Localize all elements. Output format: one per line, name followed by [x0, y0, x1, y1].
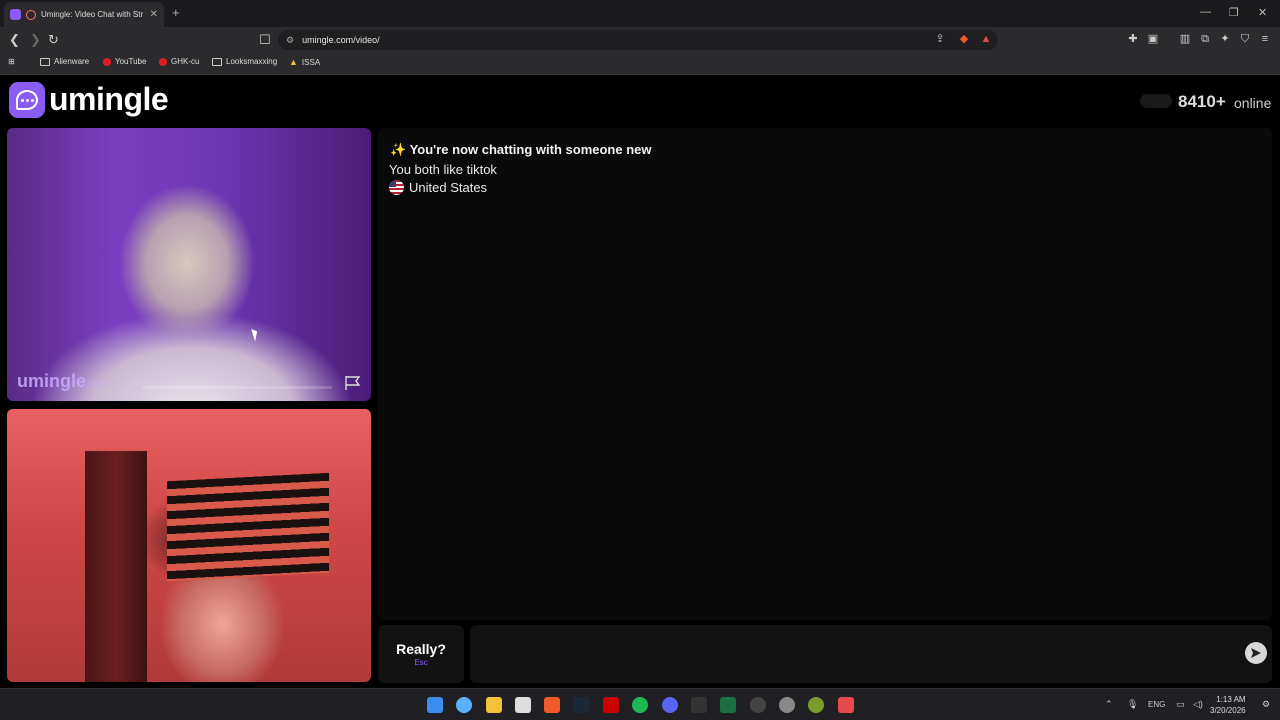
vpn-icon[interactable]: ⛉ — [1238, 32, 1252, 46]
share-icon[interactable]: ⇪ — [933, 32, 947, 46]
bookmark-label: Alienware — [54, 57, 90, 66]
app-icon[interactable] — [838, 697, 854, 713]
system-message-interest: You both like tiktok — [389, 162, 497, 177]
close-window-icon[interactable]: ✕ — [1258, 6, 1267, 19]
send-icon — [1251, 648, 1261, 658]
wallet-icon[interactable]: ▣ — [1146, 32, 1160, 46]
folder-icon — [40, 57, 50, 66]
maximize-icon[interactable]: ❐ — [1229, 6, 1239, 19]
reload-icon[interactable]: ↻ — [48, 32, 59, 48]
umingle-favicon-icon — [10, 9, 21, 20]
epic-games-icon[interactable] — [691, 697, 707, 713]
self-video — [7, 409, 371, 682]
bookmark-label: YouTube — [115, 57, 147, 66]
umingle-logo-icon[interactable] — [9, 82, 45, 118]
bookmark-alienware[interactable]: Alienware — [40, 57, 89, 66]
minimize-icon[interactable]: — — [1200, 6, 1211, 18]
new-tab-button[interactable]: + — [172, 5, 180, 20]
umingle-page: umingle 8410+ online umingle.com ✨ You'r… — [0, 76, 1280, 684]
tab-title: Umingle: Video Chat with Str — [41, 10, 144, 19]
store-icon[interactable] — [515, 697, 531, 713]
issa-icon: ▲ — [289, 57, 298, 67]
sidebar-icon[interactable]: ▥ — [1178, 32, 1192, 46]
bookmark-label: ISSA — [301, 57, 321, 67]
brave-rewards-icon[interactable]: ▲ — [979, 32, 993, 46]
system-message-new-match: ✨ You're now chatting with someone new — [390, 142, 652, 157]
recording-indicator-icon — [26, 9, 36, 20]
background-curtain — [85, 451, 147, 682]
site-info-icon[interactable]: ⚙ — [286, 35, 294, 46]
app-icon[interactable] — [750, 697, 766, 713]
clock[interactable]: 1:13 AM 3/20/2026 — [1210, 694, 1246, 716]
language-indicator[interactable]: ENG — [1148, 700, 1165, 709]
bookmark-page-icon[interactable]: ☐ — [259, 32, 271, 48]
youtube-icon — [103, 57, 111, 66]
red-app-icon[interactable] — [603, 697, 619, 713]
browser-tab-active[interactable]: Umingle: Video Chat with Str ✕ — [4, 2, 164, 27]
chat-log: ✨ You're now chatting with someone new Y… — [378, 128, 1272, 620]
app-icon[interactable] — [808, 697, 824, 713]
message-input[interactable] — [470, 625, 1272, 683]
skip-label: Really? — [396, 641, 446, 657]
spotify-icon[interactable] — [632, 697, 648, 713]
country-name: United States — [409, 180, 488, 195]
windows-taskbar: ⌃ 🎙 ENG ▭ ◁) 1:13 AM 3/20/2026 ⚙ — [0, 688, 1280, 720]
online-indicator-toggle — [1140, 94, 1172, 108]
brand-wordmark[interactable]: umingle — [49, 81, 169, 118]
network-icon[interactable]: ▭ — [1176, 699, 1185, 710]
folder-icon — [212, 57, 222, 66]
steam-icon[interactable] — [573, 697, 589, 713]
menu-icon[interactable]: ≡ — [1258, 32, 1272, 46]
video-watermark: umingle.com — [17, 371, 106, 392]
volume-icon[interactable]: ◁) — [1193, 699, 1203, 710]
skip-button[interactable]: Really? Esc — [378, 625, 464, 683]
start-icon[interactable] — [427, 697, 443, 713]
forward-icon[interactable]: ❯ — [30, 32, 41, 48]
url-bar[interactable]: ⚙ umingle.com/video/ — [278, 30, 998, 50]
discord-icon[interactable] — [662, 697, 678, 713]
stranger-video: umingle.com — [7, 128, 371, 401]
notification-icon[interactable]: ⚙ — [1262, 699, 1270, 710]
watermark-text: umingle — [17, 371, 87, 391]
background-flag — [167, 472, 329, 582]
us-flag-icon — [389, 180, 404, 195]
tabs-icon[interactable]: ⧉ — [1198, 32, 1212, 46]
tray-overflow-icon[interactable]: ⌃ — [1105, 699, 1113, 710]
clock-date: 3/20/2026 — [1210, 706, 1246, 715]
microphone-icon[interactable]: 🎙 — [1127, 699, 1138, 710]
excel-icon[interactable] — [720, 697, 736, 713]
online-label: online — [1234, 95, 1272, 111]
bookmark-ghk-cu[interactable]: GHK-cu — [159, 57, 199, 66]
apps-grid-icon[interactable]: ⊞ — [8, 57, 15, 66]
leo-ai-icon[interactable]: ✦ — [1218, 32, 1232, 46]
file-explorer-icon[interactable] — [486, 697, 502, 713]
watermark-suffix: .com — [86, 379, 106, 389]
url-text: umingle.com/video/ — [302, 35, 380, 45]
skip-hotkey: Esc — [414, 658, 428, 667]
report-flag-icon[interactable] — [344, 375, 362, 391]
bookmark-looksmaxxing[interactable]: Looksmaxxing — [212, 57, 277, 66]
bookmarks-bar: ⊞ Alienware YouTube GHK-cu Looksmaxxing … — [0, 53, 1280, 75]
close-tab-icon[interactable]: ✕ — [150, 9, 158, 20]
brave-shields-icon[interactable]: ◆ — [957, 32, 971, 46]
copilot-icon[interactable] — [456, 697, 472, 713]
browser-tab-bar: Umingle: Video Chat with Str ✕ + — ❐ ✕ — [0, 0, 1280, 27]
back-icon[interactable]: ❮ — [9, 32, 20, 48]
bookmark-issa[interactable]: ▲ ISSA — [289, 57, 320, 67]
bookmark-label: Looksmaxxing — [226, 57, 278, 66]
clock-time: 1:13 AM — [1216, 695, 1246, 704]
system-message-country: United States — [389, 180, 487, 195]
bookmark-youtube[interactable]: YouTube — [103, 57, 146, 66]
youtube-icon — [159, 57, 167, 66]
video-loading-bar — [142, 386, 332, 389]
bookmark-label: GHK-cu — [171, 57, 200, 66]
extensions-icon[interactable]: ✚ — [1126, 32, 1140, 46]
brave-browser-icon[interactable] — [544, 697, 560, 713]
send-button[interactable] — [1245, 642, 1267, 664]
settings-icon[interactable] — [779, 697, 795, 713]
online-count: 8410+ — [1178, 92, 1226, 111]
address-toolbar: ❮ ❯ ↻ ☐ ⚙ umingle.com/video/ — [0, 27, 1280, 53]
